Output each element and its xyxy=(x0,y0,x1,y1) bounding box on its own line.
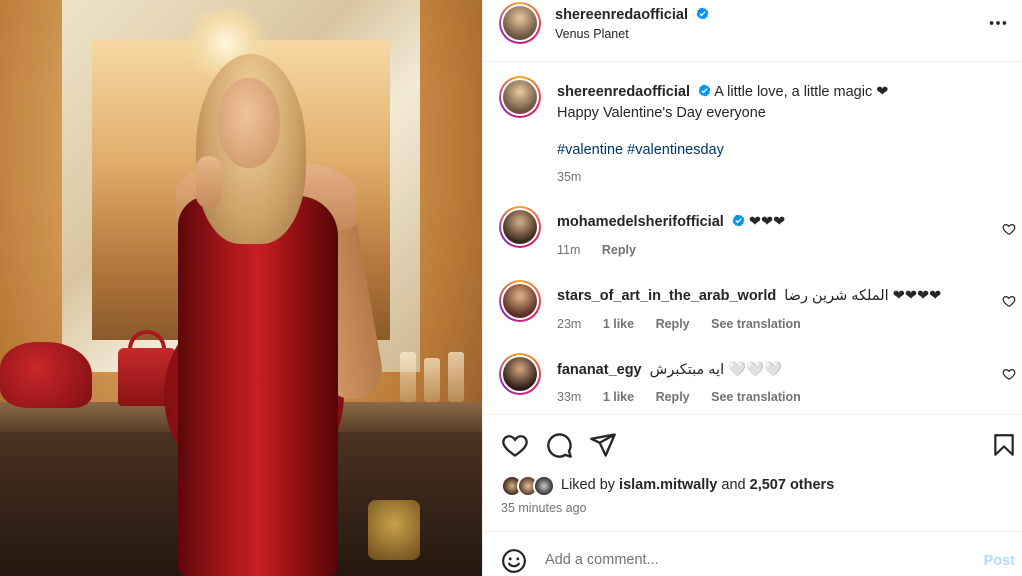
verified-badge-icon xyxy=(696,7,709,20)
comment-like-heart-icon[interactable] xyxy=(1002,367,1016,381)
comment-text: ❤❤❤ xyxy=(748,214,786,230)
caption-line-2: Happy Valentine's Day everyone xyxy=(557,105,766,121)
post-location[interactable]: Venus Planet xyxy=(555,27,629,41)
liker-username[interactable]: islam.mitwally xyxy=(619,477,717,493)
likes-others[interactable]: 2,507 others xyxy=(750,477,835,493)
save-bookmark-icon[interactable] xyxy=(991,431,1017,459)
see-translation-button[interactable]: See translation xyxy=(711,390,801,404)
photo-glass xyxy=(424,358,440,402)
comment-icon[interactable] xyxy=(545,431,573,459)
verified-badge-icon xyxy=(698,84,711,97)
post-photo[interactable] xyxy=(0,0,482,576)
like-heart-icon[interactable] xyxy=(501,431,529,459)
header-author-row: shereenredaofficial xyxy=(555,6,709,24)
comment-row: mohamedelsherifofficial ❤❤❤ xyxy=(557,214,785,230)
comment-row: fananat_egy ايه مبتكبرش 🤍🤍🤍 xyxy=(557,361,782,378)
comment-likes[interactable]: 1 like xyxy=(603,317,634,331)
more-options-icon[interactable] xyxy=(987,12,1009,34)
photo-hand xyxy=(196,156,222,208)
comment-avatar[interactable] xyxy=(499,353,541,395)
comment-text: ايه مبتكبرش 🤍🤍🤍 xyxy=(649,362,783,378)
comment-avatar[interactable] xyxy=(499,206,541,248)
comment-text: الملكه شرين رضا ❤❤❤❤ xyxy=(784,288,942,304)
see-translation-button[interactable]: See translation xyxy=(711,317,801,331)
comment-input[interactable] xyxy=(545,552,945,568)
post-timestamp[interactable]: 35 minutes ago xyxy=(501,501,586,515)
comment-time[interactable]: 11m xyxy=(557,243,580,257)
caption-avatar[interactable] xyxy=(499,76,541,118)
comment-row: stars_of_art_in_the_arab_world الملكه شر… xyxy=(557,288,941,304)
post-header: shereenredaofficial Venus Planet xyxy=(483,0,1022,62)
comment-username[interactable]: mohamedelsherifofficial xyxy=(557,214,724,230)
comment-meta: 33m 1 like Reply See translation xyxy=(557,390,801,404)
comment-composer: Post xyxy=(483,531,1022,576)
photo-red-dress xyxy=(178,196,338,576)
likes-prefix: Liked by xyxy=(561,477,616,493)
caption-time[interactable]: 35m xyxy=(557,170,581,184)
likes-summary: Liked by islam.mitwally and 2,507 others xyxy=(561,477,834,493)
photo-face xyxy=(218,78,280,168)
post-detail-panel: shereenredaofficial Venus Planet shereen… xyxy=(482,0,1022,576)
post-comment-button[interactable]: Post xyxy=(984,553,1015,569)
comment-avatar[interactable] xyxy=(499,280,541,322)
comment-like-heart-icon[interactable] xyxy=(1002,222,1016,236)
photo-red-cushion xyxy=(0,342,92,408)
reply-button[interactable]: Reply xyxy=(602,243,636,257)
caption-line-1: A little love, a little magic ❤ xyxy=(714,84,889,100)
comment-username[interactable]: stars_of_art_in_the_arab_world xyxy=(557,288,776,304)
comment-meta: 11m Reply xyxy=(557,243,636,257)
header-username[interactable]: shereenredaofficial xyxy=(555,7,688,23)
photo-glass xyxy=(400,352,416,402)
verified-badge-icon xyxy=(732,214,745,227)
post-actions: Liked by islam.mitwally and 2,507 others… xyxy=(483,414,1022,532)
liker-avatar[interactable] xyxy=(533,475,555,497)
photo-vase xyxy=(368,500,420,560)
share-icon[interactable] xyxy=(589,431,617,459)
reply-button[interactable]: Reply xyxy=(656,317,690,331)
photo-glass xyxy=(448,352,464,402)
comment-likes[interactable]: 1 like xyxy=(603,390,634,404)
emoji-icon[interactable] xyxy=(501,548,527,574)
comment-time[interactable]: 23m xyxy=(557,317,581,331)
comment-time[interactable]: 33m xyxy=(557,390,581,404)
caption-username[interactable]: shereenredaofficial xyxy=(557,84,690,100)
reply-button[interactable]: Reply xyxy=(656,390,690,404)
comment-like-heart-icon[interactable] xyxy=(1002,294,1016,308)
comment-meta: 23m 1 like Reply See translation xyxy=(557,317,801,331)
author-avatar[interactable] xyxy=(499,2,541,44)
comment-username[interactable]: fananat_egy xyxy=(557,362,642,378)
caption-hashtags[interactable]: #valentine #valentinesday xyxy=(557,142,724,158)
caption: shereenredaofficial A little love, a lit… xyxy=(557,82,977,124)
likes-and: and xyxy=(721,477,746,493)
